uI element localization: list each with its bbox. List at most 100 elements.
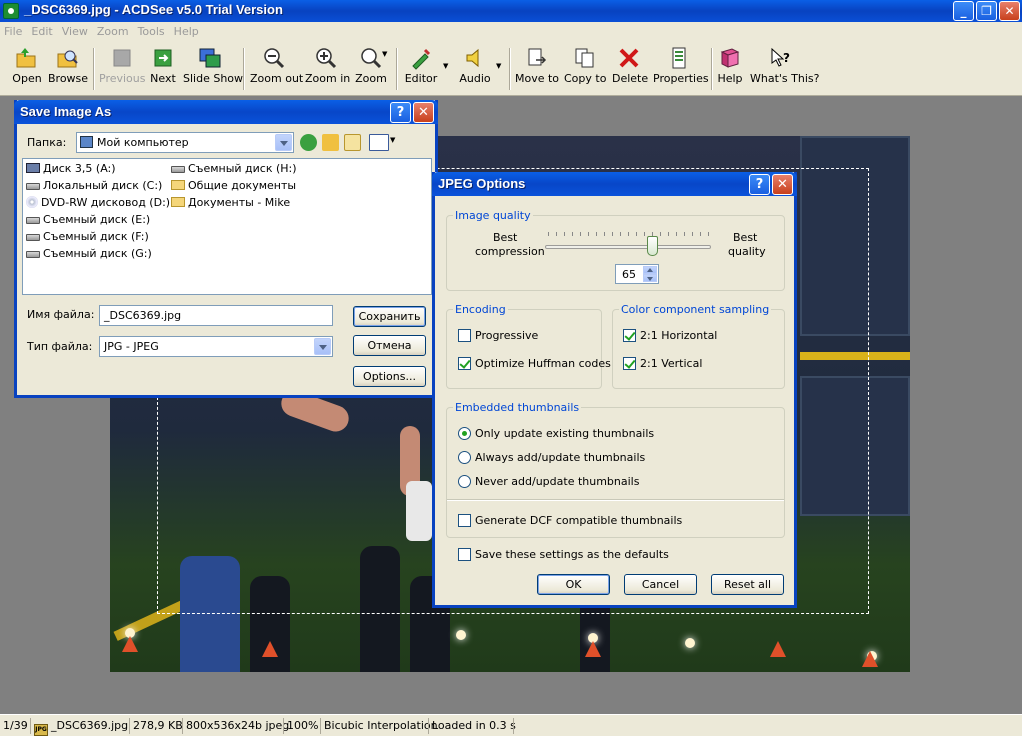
list-item[interactable]: Съемный диск (G:) [26,247,152,260]
jpeg-dialog-title-bar: JPEG Options ? ✕ [432,172,797,196]
filetype-select[interactable]: JPG - JPEG [99,336,333,357]
quality-slider-thumb[interactable] [647,236,658,256]
toolbar-separator [243,48,245,90]
toolbar-separator [509,48,511,90]
new-folder-icon[interactable] [344,134,361,151]
progressive-checkbox[interactable]: Progressive [458,329,538,342]
spin-down-button[interactable] [643,274,657,282]
maximize-button[interactable]: ❐ [976,1,997,21]
list-item[interactable]: Локальный диск (C:) [26,179,162,192]
folder-combo-arrow[interactable] [275,134,292,151]
quality-slider-track[interactable] [545,245,711,249]
folder-label: Папка: [27,136,67,149]
editor-dropdown-arrow[interactable]: ▼ [443,62,448,70]
menu-help[interactable]: Help [170,22,204,38]
delete-button[interactable]: Delete [612,46,648,85]
status-index: 1/39 [3,719,28,732]
removable-drive-icon [26,251,40,258]
up-folder-icon[interactable] [322,134,339,151]
spin-up-button[interactable] [643,266,657,274]
filetype-label: Тип файла: [27,340,93,353]
save-defaults-checkbox[interactable]: Save these settings as the defaults [458,548,669,561]
encoding-group: Encoding [446,303,602,389]
view-menu-icon[interactable] [369,134,389,151]
move-to-button[interactable]: Move to [515,46,559,85]
menu-file[interactable]: File [0,22,27,38]
slider-tick [548,232,549,236]
menu-tools[interactable]: Tools [134,22,170,38]
previous-icon [110,46,134,70]
optimize-huffman-checkbox[interactable]: Optimize Huffman codes [458,357,611,370]
menu-view[interactable]: View [58,22,93,38]
checkbox-box [623,329,636,342]
jpeg-dialog-title: JPEG Options [438,176,526,191]
zoom-dropdown-arrow[interactable]: ▼ [382,50,387,58]
close-window-button[interactable]: ✕ [999,1,1020,21]
status-empty-pane [513,718,1022,734]
always-add-radio[interactable]: Always add/update thumbnails [458,451,645,464]
open-button[interactable]: Open [10,46,44,85]
folder-combo[interactable]: Мой компьютер [76,132,294,153]
reset-all-button[interactable]: Reset all [711,574,784,595]
slider-tick [596,232,597,236]
acdsee-app-icon[interactable] [3,3,19,19]
list-item[interactable]: Съемный диск (E:) [26,213,150,226]
zoom-out-button[interactable]: Zoom out [250,46,303,85]
next-button[interactable]: Next [148,46,178,85]
file-list[interactable]: Диск 3,5 (A:) Локальный диск (C:) DVD-RW… [22,158,432,295]
options-button[interactable]: Options... [353,366,426,387]
status-interpolation: Bicubic Interpolation [320,718,441,734]
slideshow-icon [198,46,222,70]
dcf-thumbnails-checkbox[interactable]: Generate DCF compatible thumbnails [458,514,682,527]
slide-show-button[interactable]: Slide Show [183,46,243,85]
view-menu-arrow[interactable]: ▼ [390,136,395,144]
color-sampling-title: Color component sampling [619,303,772,316]
filetype-combo-arrow[interactable] [314,338,331,355]
vertical-sampling-checkbox[interactable]: 2:1 Vertical [623,357,702,370]
zoom-icon [359,46,383,70]
jpeg-dialog-close-button[interactable]: ✕ [772,174,793,195]
copy-to-button[interactable]: Copy to [564,46,606,85]
slider-tick [620,232,621,236]
slider-tick [628,232,629,236]
svg-text:?: ? [783,51,790,65]
cancel-button[interactable]: Cancel [624,574,697,595]
floor-cone [862,651,878,667]
list-item[interactable]: Диск 3,5 (A:) [26,162,116,175]
horizontal-sampling-checkbox[interactable]: 2:1 Horizontal [623,329,717,342]
folder-icon [171,180,185,190]
quality-spinbox[interactable]: 65 [615,264,659,284]
previous-button[interactable]: Previous [99,46,146,85]
minimize-button[interactable]: _ [953,1,974,21]
browse-button[interactable]: Browse [48,46,88,85]
help-book-icon [718,46,742,70]
jpg-file-icon: JPG [34,724,48,736]
never-add-radio[interactable]: Never add/update thumbnails [458,475,639,488]
audio-button[interactable]: Audio [458,46,492,85]
list-item[interactable]: Съемный диск (F:) [26,230,149,243]
list-item[interactable]: Документы - Mike [171,196,290,209]
jpeg-dialog-help-button[interactable]: ? [749,174,770,195]
properties-button[interactable]: Properties [653,46,709,85]
list-item[interactable]: Общие документы [171,179,296,192]
group-divider [447,499,784,501]
menu-zoom[interactable]: Zoom [93,22,134,38]
editor-button[interactable]: Editor [404,46,438,85]
save-dialog-close-button[interactable]: ✕ [413,102,434,123]
filename-input[interactable]: _DSC6369.jpg [99,305,333,326]
list-item[interactable]: DVD-RW дисковод (D:) [26,196,170,209]
back-arrow-icon[interactable] [300,134,317,151]
menu-edit[interactable]: Edit [27,22,57,38]
save-dialog-help-button[interactable]: ? [390,102,411,123]
help-button[interactable]: Help [717,46,743,85]
cancel-save-button[interactable]: Отмена [353,335,426,356]
whats-this-button[interactable]: ? What's This? [750,46,819,85]
only-update-radio[interactable]: Only update existing thumbnails [458,427,654,440]
ok-button[interactable]: OK [537,574,610,595]
zoom-in-button[interactable]: Zoom in [305,46,350,85]
whats-this-icon: ? [769,46,793,70]
save-button[interactable]: Сохранить [353,306,426,327]
list-item[interactable]: Съемный диск (H:) [171,162,297,175]
save-dialog-title-bar: Save Image As ? ✕ [14,100,438,124]
audio-dropdown-arrow[interactable]: ▼ [496,62,501,70]
